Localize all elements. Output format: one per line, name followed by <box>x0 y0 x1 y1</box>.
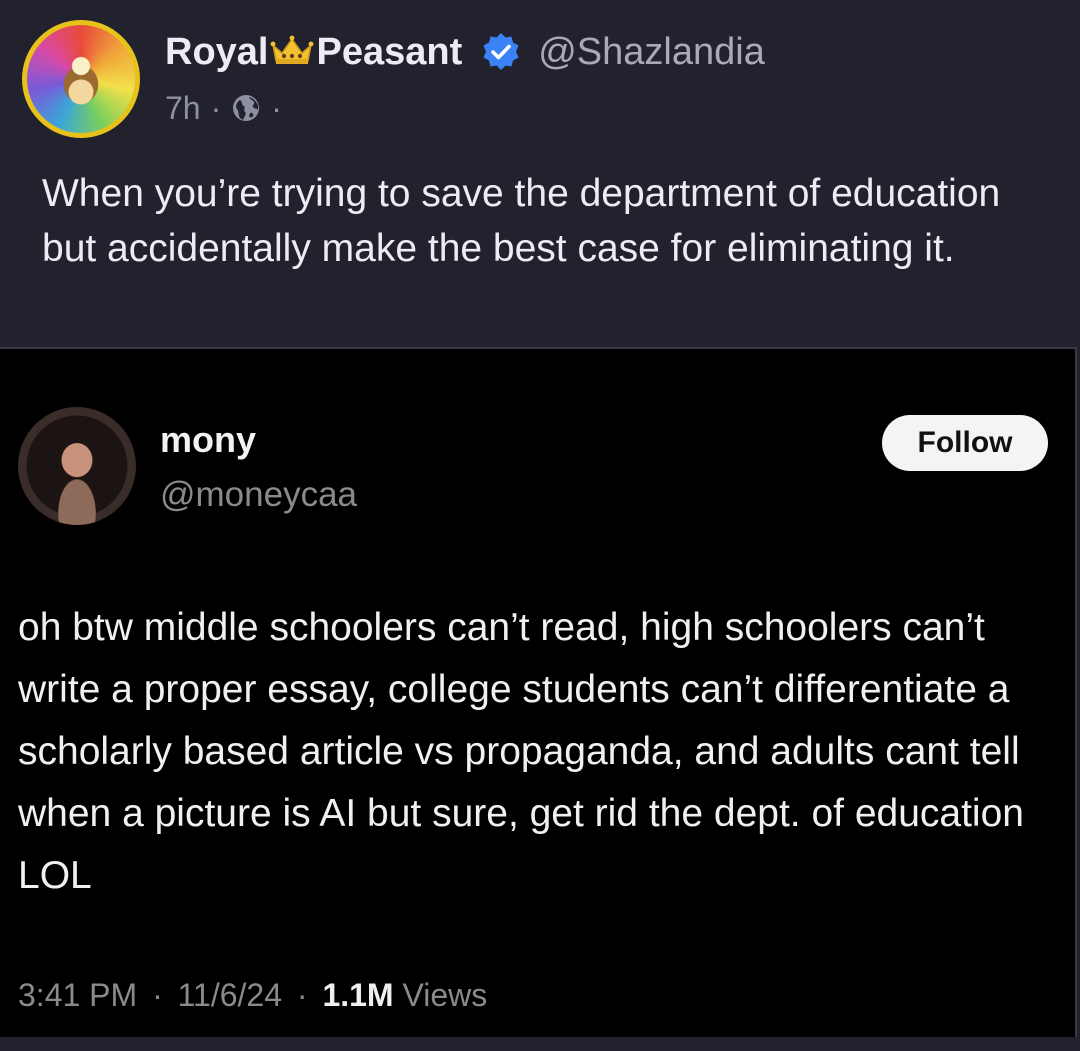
embedded-separator-1: · <box>152 977 163 1013</box>
embedded-tweet-text: oh btw middle schoolers can’t read, high… <box>18 606 1024 897</box>
meta-separator-trailing: · <box>271 89 282 126</box>
crown-icon <box>271 35 314 64</box>
post-bottom-edge <box>0 1037 1080 1051</box>
embedded-separator-2: · <box>296 977 308 1013</box>
embedded-time: 3:41 PM <box>18 977 138 1013</box>
embedded-views-count: 1.1M <box>322 977 394 1013</box>
embedded-tweet-image[interactable]: mony @moneycaa Follow oh btw middle scho… <box>0 347 1077 1037</box>
verified-badge-icon <box>483 33 519 70</box>
author-row: Royal Peasant @Shazlandia <box>165 26 765 78</box>
embedded-display-name: mony <box>160 419 257 460</box>
social-post: Royal Peasant @Shazlandia 7h · · When yo… <box>0 0 1080 1051</box>
post-text: When you’re trying to save the departmen… <box>42 172 1001 270</box>
display-name-part-1: Royal <box>165 30 269 73</box>
author-avatar[interactable] <box>22 20 140 138</box>
embedded-handle: @moneycaa <box>160 475 358 514</box>
display-name-part-2: Peasant <box>316 30 463 73</box>
follow-button: Follow <box>882 415 1048 471</box>
globe-icon <box>233 95 260 121</box>
embedded-tweet-meta: 3:41 PM · 11/6/24 · 1.1M Views <box>18 977 487 1014</box>
meta-separator: · <box>210 89 222 126</box>
post-meta: 7h · · <box>165 88 292 128</box>
author-display-name[interactable]: Royal Peasant <box>165 31 462 74</box>
post-time[interactable]: 7h <box>165 90 201 127</box>
embedded-date: 11/6/24 <box>177 977 282 1013</box>
author-handle[interactable]: @Shazlandia <box>538 31 765 74</box>
embedded-avatar <box>18 407 136 525</box>
embedded-views-label: Views <box>402 977 488 1013</box>
